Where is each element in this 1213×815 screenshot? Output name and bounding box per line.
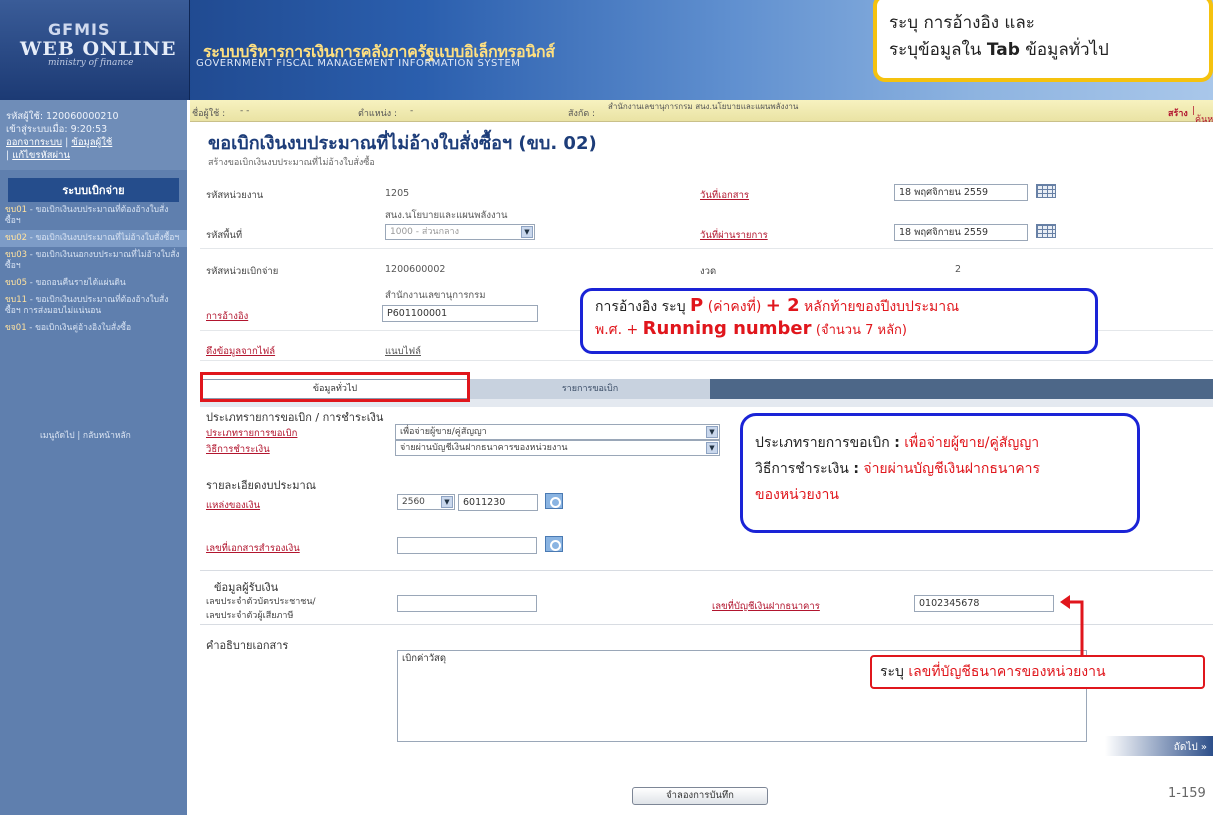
sidebar-footer-links[interactable]: เมนูถัดไป | กลับหน้าหลัก xyxy=(40,428,131,442)
reference-label: การอ้างอิง xyxy=(206,311,249,322)
agency-value: สำนักงานเลขานุการกรม สนง.นโยบายและแผนพลั… xyxy=(608,102,799,111)
user-id: รหัสผู้ใช้: 120060000210 xyxy=(6,111,119,122)
create-link[interactable]: สร้าง xyxy=(1168,106,1188,120)
sidebar-item-kb11[interactable]: ขบ11 - ขอเบิกเงินงบประมาณที่ต้องอ้างใบสั… xyxy=(0,292,187,320)
search-icon[interactable] xyxy=(545,536,563,552)
citizen-id-label: เลขประจำตัวบัตรประชาชน/เลขประจำตัวผู้เสี… xyxy=(206,597,316,621)
tab-general-highlight xyxy=(200,372,470,402)
reserve-doc-label: เลขที่เอกสารสำรองเงิน xyxy=(206,543,300,554)
agency-code-label: รหัสหน่วยงาน xyxy=(206,190,264,201)
menu-title: ระบบเบิกจ่าย xyxy=(8,178,179,202)
chevron-down-icon: ▼ xyxy=(706,442,718,454)
login-time: เข้าสู่ระบบเมื่อ: 9:20:53 xyxy=(6,124,108,135)
payment-method-label: วิธีการชำระเงิน xyxy=(206,444,270,455)
fund-year-select[interactable]: 2560 ▼ xyxy=(397,494,455,510)
calendar-icon[interactable] xyxy=(1036,184,1056,198)
post-date-label: วันที่ผ่านรายการ xyxy=(700,230,768,241)
logo-text: ministry of finance xyxy=(48,58,134,68)
divider xyxy=(200,360,1213,361)
post-date-input[interactable]: 18 พฤศจิกายน 2559 xyxy=(894,224,1028,241)
divider xyxy=(200,248,1213,249)
disburse-unit-label: รหัสหน่วยเบิกจ่าย xyxy=(206,266,279,277)
doc-date-label: วันที่เอกสาร xyxy=(700,190,750,201)
file-import-label: ดึงข้อมูลจากไฟล์ xyxy=(206,346,276,357)
section-description: คำอธิบายเอกสาร xyxy=(206,639,289,652)
chevron-down-icon: ▼ xyxy=(441,496,453,508)
payment-method-select[interactable]: จ่ายผ่านบัญชีเงินฝากธนาคารของหน่วยงาน ▼ xyxy=(395,440,720,456)
agency-label: สังกัด : xyxy=(568,109,596,119)
divider xyxy=(200,570,1213,571)
change-password-link[interactable]: แก้ไขรหัสผ่าน xyxy=(12,150,70,161)
chevron-down-icon: ▼ xyxy=(521,226,533,238)
search-icon[interactable] xyxy=(545,493,563,509)
sidebar-menu: ระบบเบิกจ่าย ขบ01 - ขอเบิกเงินงบประมาณที… xyxy=(0,178,187,337)
sidebar-item-kb03[interactable]: ขบ03 - ขอเบิกเงินนอกงบประมาณที่ไม่อ้างใบ… xyxy=(0,247,187,275)
system-name-en: GOVERNMENT FISCAL MANAGEMENT INFORMATION… xyxy=(196,58,521,69)
logo-text: GFMIS xyxy=(48,20,111,39)
user-label: ชื่อผู้ใช้ : xyxy=(192,109,226,119)
chevron-down-icon: ▼ xyxy=(706,426,718,438)
agency-code-value: 1205 xyxy=(385,188,410,199)
page-subtitle: สร้างขอเบิกเงินงบประมาณที่ไม่อ้างใบสั่งซ… xyxy=(208,158,375,168)
fund-source-input[interactable]: 6011230 xyxy=(458,494,538,511)
period-value: 2 xyxy=(955,264,962,275)
tab-request-items[interactable]: รายการขอเบิก xyxy=(470,379,710,399)
doc-date-input[interactable]: 18 พฤศจิกายน 2559 xyxy=(894,184,1028,201)
search-link[interactable]: | ค้นหา xyxy=(1192,106,1213,125)
request-type-select[interactable]: เพื่อจ่ายผู้ขาย/คู่สัญญา ▼ xyxy=(395,424,720,440)
callout-reference-tab: ระบุ การอ้างอิง และ ระบุข้อมูลใน Tab ข้อ… xyxy=(873,0,1213,82)
sidebar-user-info: รหัสผู้ใช้: 120060000210 เข้าสู่ระบบเมื่… xyxy=(0,100,187,170)
calendar-icon[interactable] xyxy=(1036,224,1056,238)
bank-account-input[interactable]: 0102345678 xyxy=(914,595,1054,612)
logo-text: WEB ONLINE xyxy=(20,38,177,60)
logout-link[interactable]: ออกจากระบบ xyxy=(6,137,62,148)
section-request-type: ประเภทรายการขอเบิก / การชำระเงิน xyxy=(206,411,384,424)
gfmis-logo: GFMIS WEB ONLINE ministry of finance xyxy=(0,0,190,100)
citizen-id-input[interactable] xyxy=(397,595,537,612)
position-label: ตำแหน่ง : xyxy=(358,109,398,119)
request-type-label: ประเภทรายการขอเบิก xyxy=(206,428,298,439)
simulate-save-button[interactable]: จำลองการบันทึก xyxy=(632,787,768,805)
user-info-bar: ชื่อผู้ใช้ : - - ตำแหน่ง : - สังกัด : สำ… xyxy=(190,100,1213,125)
position-value: - xyxy=(410,106,414,116)
user-info-link[interactable]: ข้อมูลผู้ใช้ xyxy=(71,137,112,148)
reference-input[interactable]: P601100001 xyxy=(382,305,538,322)
arrow-icon xyxy=(1060,595,1084,656)
disburse-unit-name: สำนักงานเลขานุการกรม xyxy=(385,290,486,301)
next-button[interactable]: ถัดไป » xyxy=(1105,736,1213,756)
callout-request-type: ประเภทรายการขอเบิก : เพื่อจ่ายผู้ขาย/คู่… xyxy=(740,413,1140,533)
reserve-doc-input[interactable] xyxy=(397,537,537,554)
fund-source-label: แหล่งของเงิน xyxy=(206,500,261,511)
user-value: - - xyxy=(240,106,250,116)
disburse-unit-value: 1200600002 xyxy=(385,264,446,275)
sidebar-item-kj01[interactable]: ขจ01 - ขอเบิกเงินคู่อ้างอิงใบสั่งซื้อ xyxy=(0,320,187,337)
sidebar-item-kb02[interactable]: ขบ02 - ขอเบิกเงินงบประมาณที่ไม่อ้างใบสั่… xyxy=(0,230,187,247)
sidebar-item-kb01[interactable]: ขบ01 - ขอเบิกเงินงบประมาณที่ต้องอ้างใบสั… xyxy=(0,202,187,230)
callout-bank-account: ระบุ เลขที่บัญชีธนาคารของหน่วยงาน xyxy=(870,655,1205,689)
section-budget: รายละเอียดงบประมาณ xyxy=(206,479,316,492)
callout-reference-format: การอ้างอิง ระบุ P (ค่าคงที่) + 2 หลักท้า… xyxy=(580,288,1098,354)
area-code-label: รหัสพื้นที่ xyxy=(206,230,243,241)
area-code-select[interactable]: 1000 - ส่วนกลาง ▼ xyxy=(385,224,535,240)
bank-account-label: เลขที่บัญชีเงินฝากธนาคาร xyxy=(712,601,820,612)
period-label: งวด xyxy=(700,266,717,277)
sidebar-item-kb05[interactable]: ขบ05 - ขอถอนคืนรายได้แผ่นดิน xyxy=(0,275,187,292)
agency-name-value: สนง.นโยบายและแผนพลังงาน xyxy=(385,210,508,221)
page-title: ขอเบิกเงินงบประมาณที่ไม่อ้างใบสั่งซื้อฯ … xyxy=(208,133,597,154)
page-number: 1-159 xyxy=(1168,786,1206,801)
attach-file-link[interactable]: แนบไฟล์ xyxy=(385,344,421,359)
